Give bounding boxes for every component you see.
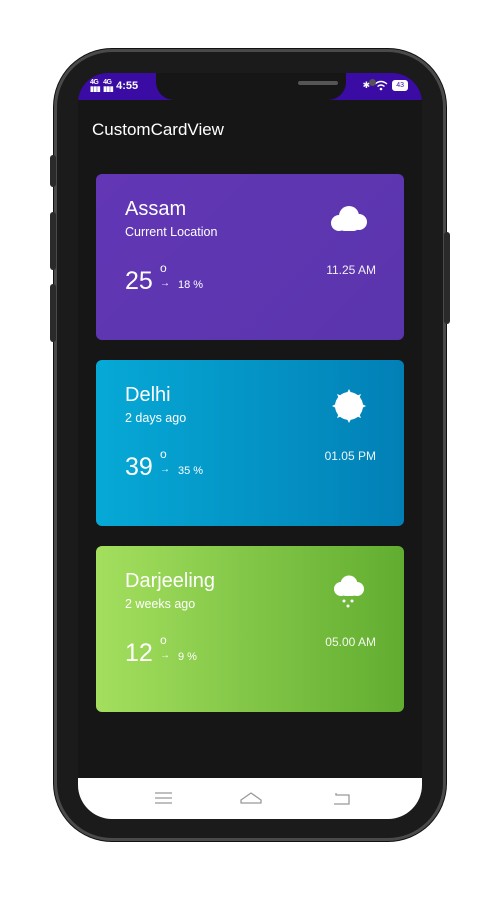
card-subtitle: 2 weeks ago xyxy=(125,597,196,611)
cloud-icon xyxy=(331,206,367,231)
app-title: CustomCardView xyxy=(92,120,224,139)
signal-icon: 4G ▮▮▮ xyxy=(90,79,101,93)
notch xyxy=(156,73,376,100)
network-label: 4G xyxy=(90,79,99,86)
card-subtitle: Current Location xyxy=(125,225,218,239)
card-humidity: 35 % xyxy=(178,465,204,477)
home-icon[interactable] xyxy=(231,778,271,819)
card-temperature: 12 xyxy=(125,639,153,667)
card-subtitle: 2 days ago xyxy=(125,411,187,425)
arrow-icon: → xyxy=(160,650,170,661)
signal-icon: 4G ▮▮▮ xyxy=(103,79,114,93)
navigation-bar xyxy=(78,778,422,819)
weather-card-darjeeling[interactable]: Darjeeling 2 weeks ago 12 o → 9 % 05.00 … xyxy=(96,546,404,712)
speaker xyxy=(298,81,338,85)
status-time: 4:55 xyxy=(116,80,139,92)
degree-symbol: o xyxy=(160,633,167,647)
side-button xyxy=(50,212,56,270)
arrow-icon: → xyxy=(160,278,170,289)
card-temperature: 39 xyxy=(125,453,153,481)
card-humidity: 18 % xyxy=(178,279,204,291)
wifi-icon xyxy=(374,80,388,91)
weather-card-assam[interactable]: Assam Current Location 25 o → 18 % 11.25… xyxy=(96,174,404,340)
card-city: Delhi xyxy=(125,384,171,406)
card-time: 01.05 PM xyxy=(324,449,376,463)
rain-cloud-icon xyxy=(334,575,364,608)
card-humidity: 9 % xyxy=(178,651,197,663)
screen: 4G ▮▮▮ 4G ▮▮▮ 4:55 ✱ 43 CustomCardView Ass… xyxy=(78,73,422,819)
status-bar: 4G ▮▮▮ 4G ▮▮▮ 4:55 ✱ 43 xyxy=(78,73,422,100)
network-label: 4G xyxy=(103,79,112,86)
power-button xyxy=(444,232,450,324)
menu-icon[interactable] xyxy=(144,778,184,819)
side-button xyxy=(50,155,56,187)
degree-symbol: o xyxy=(160,447,167,461)
card-city: Darjeeling xyxy=(125,570,216,592)
degree-symbol: o xyxy=(160,261,167,275)
card-time: 05.00 AM xyxy=(325,635,376,649)
side-button xyxy=(50,284,56,342)
status-left: 4G ▮▮▮ 4G ▮▮▮ 4:55 xyxy=(90,79,138,93)
back-icon[interactable] xyxy=(322,778,362,819)
card-city: Assam xyxy=(125,198,187,220)
weather-card-delhi[interactable]: Delhi 2 days ago 39 o → 35 % 01.05 PM xyxy=(96,360,404,526)
battery-icon: 43 xyxy=(392,80,408,91)
arrow-icon: → xyxy=(160,464,170,475)
sun-icon xyxy=(332,389,366,423)
card-temperature: 25 xyxy=(125,267,153,295)
card-time: 11.25 AM xyxy=(326,263,376,277)
camera xyxy=(369,79,376,86)
